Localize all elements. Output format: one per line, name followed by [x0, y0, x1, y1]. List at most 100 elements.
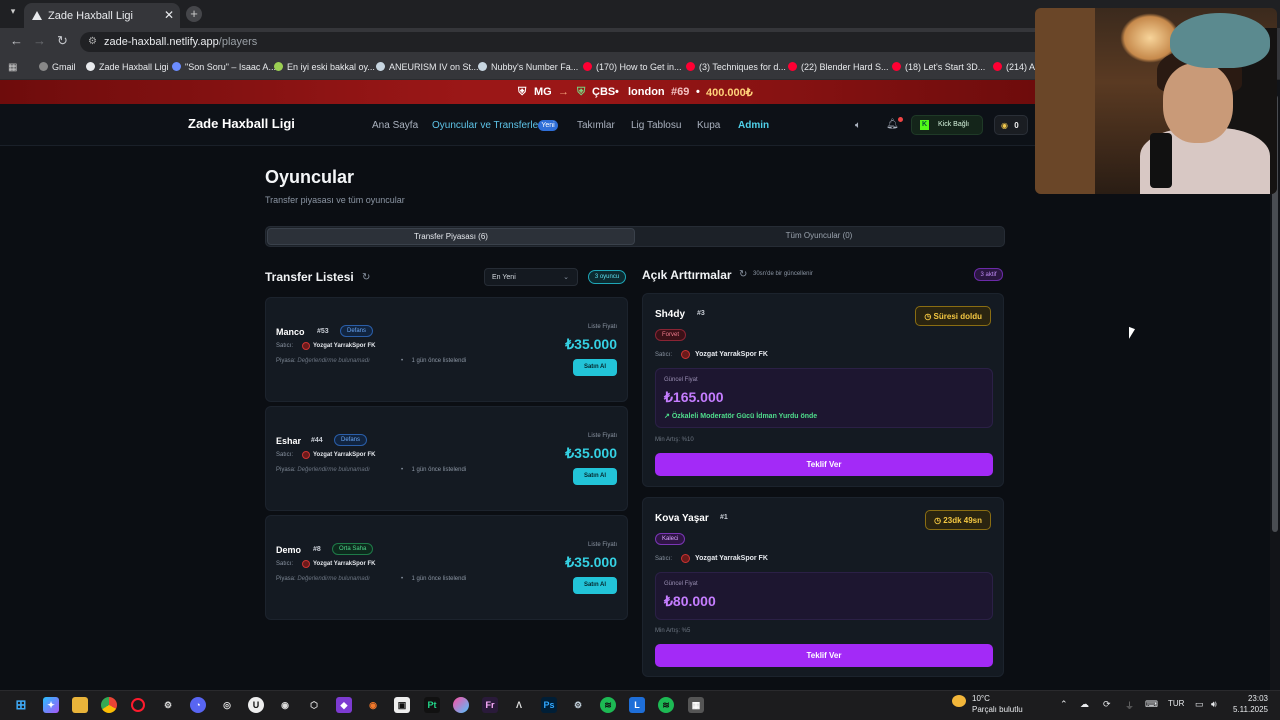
spotify-icon[interactable]: ≋: [658, 697, 674, 713]
app-icon[interactable]: L: [629, 697, 645, 713]
new-tab-button[interactable]: +: [186, 6, 202, 22]
close-tab-icon[interactable]: ✕: [164, 8, 174, 22]
sort-select[interactable]: En Yeni ⌄: [484, 268, 578, 286]
min-increment: Min Artış: %5: [655, 628, 691, 634]
site-logo[interactable]: Zade Haxball Ligi: [188, 116, 295, 131]
visual-studio-icon[interactable]: ◆: [336, 697, 352, 713]
player-count-badge: 3 oyuncu: [588, 270, 626, 284]
bookmark-item[interactable]: "Son Soru" – Isaac A...: [172, 62, 276, 72]
app-icon[interactable]: ⚙: [160, 697, 176, 713]
bookmark-item[interactable]: En iyi eski bakkal oy...: [274, 62, 375, 72]
nav-teams[interactable]: Takımlar: [577, 120, 615, 131]
speaker-icon[interactable]: 🔈︎: [855, 120, 861, 131]
file-explorer-icon[interactable]: [72, 697, 88, 713]
player-number: #44: [311, 437, 323, 444]
bookmark-item[interactable]: (3) Techniques for d...: [686, 62, 786, 72]
bookmark-item[interactable]: (214) Av: [993, 62, 1039, 72]
player-name: Eshar: [276, 436, 302, 446]
market-valuation: Piyasa: Değerlendirme bulunamadı: [276, 467, 370, 473]
refresh-icon[interactable]: ↻: [739, 269, 747, 280]
display-icon[interactable]: ▭: [1195, 699, 1204, 710]
reload-icon[interactable]: ↻: [57, 33, 68, 49]
spotify-icon[interactable]: ≋: [600, 697, 616, 713]
bid-button[interactable]: Teklif Ver: [655, 453, 993, 476]
bookmark-item[interactable]: Gmail: [39, 62, 76, 72]
browser-tab[interactable]: Zade Haxball Ligi ✕: [24, 3, 180, 28]
coin-balance[interactable]: ◉ 0: [994, 115, 1028, 135]
current-price-box: Güncel Fiyat ₺165.000 ↗ Özkaleli Moderat…: [655, 368, 993, 428]
nav-players[interactable]: Oyuncular ve Transferler: [432, 120, 542, 131]
forward-icon[interactable]: →: [33, 33, 46, 48]
bookmark-item[interactable]: (22) Blender Hard S...: [788, 62, 889, 72]
microphone-icon[interactable]: ⏚: [1125, 699, 1134, 712]
current-price-label: Güncel Fiyat: [664, 581, 698, 587]
new-badge: Yeni: [538, 120, 558, 131]
app-icon[interactable]: ◎: [219, 697, 235, 713]
seller-club: Yozgat YarrakSpor FK: [313, 561, 376, 567]
bid-button[interactable]: Teklif Ver: [655, 644, 993, 667]
site-info-icon[interactable]: ⚙: [88, 36, 97, 47]
keyboard-icon[interactable]: ⌨: [1145, 699, 1158, 710]
windows-start-icon[interactable]: ⊞: [13, 697, 29, 713]
clock-icon: ◷: [924, 312, 932, 321]
mouse-cursor-icon: [1129, 326, 1135, 342]
chrome-icon[interactable]: [101, 697, 117, 713]
system-clock[interactable]: 23:03 5.11.2025: [1228, 693, 1268, 715]
position-badge: Kaleci: [655, 533, 686, 545]
position-badge: Defans: [334, 434, 368, 446]
transfer-news-ticker: ⛨ MG → ⛨ ÇBS • london #69 • 400.000₺: [0, 80, 1035, 104]
fresco-icon[interactable]: Fr: [482, 697, 498, 713]
bookmark-item[interactable]: (170) How to Get in...: [583, 62, 682, 72]
cloud-icon[interactable]: ☁: [1080, 699, 1089, 710]
nav-admin[interactable]: Admin: [738, 120, 769, 131]
steam-icon[interactable]: ⚙: [570, 697, 586, 713]
github-icon[interactable]: ◉: [277, 697, 293, 713]
photoshop-icon[interactable]: Ps: [541, 697, 557, 713]
player-number: #53: [317, 328, 329, 335]
app-icon[interactable]: [453, 697, 469, 713]
pycharm-icon[interactable]: Pt: [424, 697, 440, 713]
volume-icon[interactable]: 🔊︎: [1211, 699, 1217, 710]
tab-all-players[interactable]: Tüm Oyuncular (0): [635, 228, 1003, 245]
back-icon[interactable]: ←: [10, 33, 23, 48]
apps-grid-icon[interactable]: ▦: [8, 62, 19, 73]
player-number: #1: [720, 514, 728, 521]
nav-league-table[interactable]: Lig Tablosu: [631, 120, 681, 131]
discord-icon[interactable]: ◔: [190, 697, 206, 713]
club-crest-icon: [681, 350, 690, 359]
bookmark-item[interactable]: ANEURISM IV on St...: [376, 62, 479, 72]
bookmark-item[interactable]: Zade Haxball Ligi: [86, 62, 169, 72]
buy-button[interactable]: Satın Al: [573, 468, 617, 485]
tab-transfer-market[interactable]: Transfer Piyasası (6): [267, 228, 635, 245]
transfer-card: Demo #8 Orta Saha Satıcı: Yozgat YarrakS…: [265, 515, 628, 620]
copilot-icon[interactable]: ✦: [43, 697, 59, 713]
chevron-up-icon[interactable]: ⌃: [1060, 699, 1068, 710]
ticker-separator: •: [696, 86, 700, 98]
url-field[interactable]: ⚙ zade-haxball.netlify.app/players: [80, 32, 1080, 52]
buy-button[interactable]: Satın Al: [573, 577, 617, 594]
bookmark-item[interactable]: Nubby's Number Fa...: [478, 62, 578, 72]
listed-time: • 1 gün önce listelendi: [401, 576, 467, 582]
blender-icon[interactable]: ◉: [365, 697, 381, 713]
buy-button[interactable]: Satın Al: [573, 359, 617, 376]
bookmark-item[interactable]: (18) Let's Start 3D...: [892, 62, 985, 72]
app-icon[interactable]: ⬡: [306, 697, 322, 713]
list-price: ₺35.000: [565, 445, 617, 461]
kick-connected-button[interactable]: K Kick Bağlı: [911, 115, 983, 135]
calculator-icon[interactable]: ▦: [688, 697, 704, 713]
app-icon[interactable]: Ʌ: [511, 697, 527, 713]
unreal-engine-icon[interactable]: U: [248, 697, 264, 713]
nav-home[interactable]: Ana Sayfa: [372, 120, 418, 131]
nav-cup[interactable]: Kupa: [697, 120, 720, 131]
sync-icon[interactable]: ⟳: [1103, 699, 1111, 710]
position-badge: Defans: [340, 325, 374, 337]
auction-timer: ◷ Süresi doldu: [915, 306, 991, 326]
player-name: Demo: [276, 545, 302, 555]
opera-icon[interactable]: [131, 698, 145, 712]
coin-count: 0: [1014, 121, 1019, 130]
refresh-icon[interactable]: ↻: [362, 272, 370, 283]
language-indicator[interactable]: TUR: [1168, 699, 1184, 708]
app-icon[interactable]: ▣: [394, 697, 410, 713]
bell-icon[interactable]: 🔔︎: [886, 117, 903, 130]
tab-search-icon[interactable]: ▾: [6, 6, 20, 20]
